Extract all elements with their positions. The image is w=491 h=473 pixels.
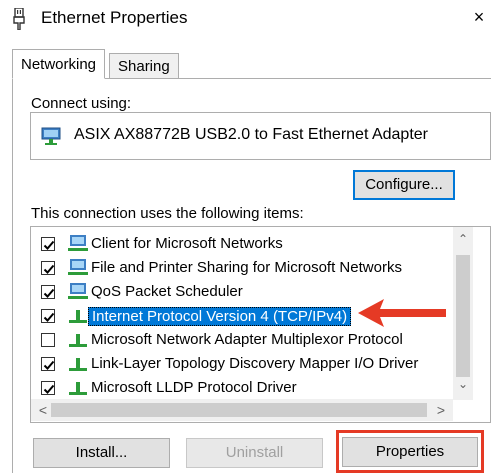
annotation-arrow-icon xyxy=(358,299,446,327)
window-title: Ethernet Properties xyxy=(41,8,188,27)
client-network-icon xyxy=(68,283,88,299)
list-item[interactable]: Microsoft Network Adapter Multiplexor Pr… xyxy=(31,328,461,352)
install-button[interactable]: Install... xyxy=(33,438,170,468)
item-checkbox[interactable] xyxy=(41,357,55,371)
item-label: Microsoft LLDP Protocol Driver xyxy=(91,379,297,396)
properties-button[interactable]: Properties xyxy=(342,437,478,467)
item-label: Internet Protocol Version 4 (TCP/IPv4) xyxy=(88,307,352,326)
protocol-icon xyxy=(69,358,87,371)
horizontal-scroll-thumb[interactable] xyxy=(51,403,427,417)
item-label: Client for Microsoft Networks xyxy=(91,235,283,252)
list-item[interactable]: Link-Layer Topology Discovery Mapper I/O… xyxy=(31,352,461,376)
check-icon xyxy=(43,288,55,298)
ethernet-icon xyxy=(13,8,25,30)
client-network-icon xyxy=(68,259,88,275)
adapter-name: ASIX AX88772B USB2.0 to Fast Ethernet Ad… xyxy=(74,126,428,143)
list-item[interactable]: Microsoft LLDP Protocol Driver xyxy=(31,376,461,400)
item-checkbox[interactable] xyxy=(41,237,55,251)
item-checkbox[interactable] xyxy=(41,309,55,323)
list-item[interactable]: Client for Microsoft Networks xyxy=(31,232,461,256)
scroll-up-icon[interactable]: ⌃ xyxy=(453,232,473,246)
item-label: Link-Layer Topology Discovery Mapper I/O… xyxy=(91,355,419,372)
protocol-icon xyxy=(69,334,87,347)
tab-networking[interactable]: Networking xyxy=(12,49,106,79)
client-network-icon xyxy=(68,235,88,251)
check-icon xyxy=(43,264,55,274)
tab-strip: Networking Sharing xyxy=(12,49,491,80)
item-label: Microsoft Network Adapter Multiplexor Pr… xyxy=(91,331,403,348)
vertical-scrollbar[interactable]: ⌃ ⌄ xyxy=(453,227,473,400)
item-checkbox[interactable] xyxy=(41,333,55,347)
item-checkbox[interactable] xyxy=(41,381,55,395)
check-icon xyxy=(43,360,55,370)
tab-sharing[interactable]: Sharing xyxy=(109,53,179,79)
item-checkbox[interactable] xyxy=(41,261,55,275)
item-label: File and Printer Sharing for Microsoft N… xyxy=(91,259,402,276)
check-icon xyxy=(43,384,55,394)
scroll-left-icon[interactable]: < xyxy=(33,402,53,418)
items-label: This connection uses the following items… xyxy=(31,205,304,222)
scroll-down-icon[interactable]: ⌄ xyxy=(453,377,473,391)
network-adapter-icon xyxy=(41,127,61,145)
adapter-box: ASIX AX88772B USB2.0 to Fast Ethernet Ad… xyxy=(30,112,491,160)
configure-button[interactable]: Configure... xyxy=(353,170,455,200)
uninstall-button[interactable]: Uninstall xyxy=(186,438,323,468)
close-button[interactable]: × xyxy=(470,6,488,28)
check-icon xyxy=(43,312,55,322)
item-checkbox[interactable] xyxy=(41,285,55,299)
protocol-icon xyxy=(69,310,87,323)
item-label: QoS Packet Scheduler xyxy=(91,283,243,300)
horizontal-scrollbar[interactable]: < > xyxy=(31,399,453,421)
check-icon xyxy=(43,240,55,250)
title-bar: Ethernet Properties × xyxy=(0,0,491,38)
vertical-scroll-thumb[interactable] xyxy=(456,255,470,377)
connect-using-label: Connect using: xyxy=(31,95,132,112)
protocol-icon xyxy=(69,382,87,395)
list-item[interactable]: File and Printer Sharing for Microsoft N… xyxy=(31,256,461,280)
scroll-right-icon[interactable]: > xyxy=(431,402,451,418)
